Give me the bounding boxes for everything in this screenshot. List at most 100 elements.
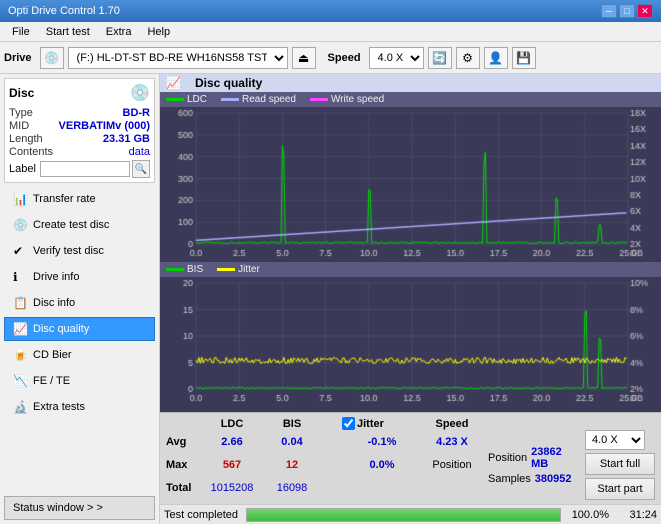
disc-title: Disc bbox=[9, 86, 34, 100]
disc-label-row: Label 🔍 bbox=[9, 160, 150, 178]
extra-tests-icon: 🔬 bbox=[13, 400, 27, 414]
disc-type-label: Type bbox=[9, 107, 33, 119]
menu-file[interactable]: File bbox=[4, 24, 38, 40]
profile-button[interactable]: 👤 bbox=[484, 47, 508, 69]
stats-position-label2: Position bbox=[422, 453, 482, 476]
progress-bar bbox=[246, 508, 561, 522]
sidebar-item-create-test-disc[interactable]: 💿 Create test disc bbox=[4, 213, 155, 237]
disc-mid-label: MID bbox=[9, 120, 29, 132]
stats-speed-header: Speed bbox=[422, 417, 482, 430]
stats-total-label: Total bbox=[166, 477, 202, 500]
drive-icon-button[interactable]: 💿 bbox=[40, 47, 64, 69]
progress-bar-fill bbox=[247, 509, 560, 521]
disc-type-row: Type BD-R bbox=[9, 107, 150, 119]
sidebar-item-label-drive-info: Drive info bbox=[33, 271, 79, 283]
disc-type-value: BD-R bbox=[123, 107, 151, 119]
sidebar-item-verify-test-disc[interactable]: ✔ Verify test disc bbox=[4, 239, 155, 263]
speed-label: Speed bbox=[328, 52, 361, 64]
create-test-disc-icon: 💿 bbox=[13, 218, 27, 232]
maximize-button[interactable]: □ bbox=[619, 4, 635, 18]
chart2-legend: BIS Jitter bbox=[160, 262, 661, 277]
start-part-button[interactable]: Start part bbox=[585, 478, 655, 500]
action-buttons: 4.0 X Start full Start part bbox=[585, 430, 655, 500]
speed-select[interactable]: 4.0 X bbox=[369, 47, 424, 69]
settings-button[interactable]: ⚙ bbox=[456, 47, 480, 69]
stats-avg-bis: 0.04 bbox=[262, 430, 322, 453]
stats-panel: LDC BIS Jitter Speed Avg 2.66 0.04 bbox=[160, 412, 661, 504]
read-speed-color-swatch bbox=[221, 98, 239, 101]
refresh-button[interactable]: 🔄 bbox=[428, 47, 452, 69]
disc-label-input[interactable] bbox=[40, 161, 130, 177]
close-button[interactable]: ✕ bbox=[637, 4, 653, 18]
stats-speed-val: 4.23 X bbox=[422, 430, 482, 453]
disc-quality-header: 📈 Disc quality bbox=[160, 74, 661, 92]
sidebar-item-fe-te[interactable]: 📉 FE / TE bbox=[4, 369, 155, 393]
main-layout: Disc 💿 Type BD-R MID VERBATIMv (000) Len… bbox=[0, 74, 661, 524]
stats-ldc-header: LDC bbox=[202, 417, 262, 430]
cd-bier-icon: 🍺 bbox=[13, 348, 27, 362]
title-bar: Opti Drive Control 1.70 ─ □ ✕ bbox=[0, 0, 661, 22]
drive-select[interactable]: (F:) HL-DT-ST BD-RE WH16NS58 TST4 bbox=[68, 47, 288, 69]
stats-total-ldc: 1015208 bbox=[202, 477, 262, 500]
disc-mid-row: MID VERBATIMv (000) bbox=[9, 120, 150, 132]
disc-label-button[interactable]: 🔍 bbox=[132, 160, 150, 178]
stats-avg-ldc: 2.66 bbox=[202, 430, 262, 453]
disc-quality-header-icon: 📈 bbox=[166, 76, 181, 90]
save-button[interactable]: 💾 bbox=[512, 47, 536, 69]
stats-position-row: Position 23862 MB bbox=[488, 446, 579, 470]
legend-jitter: Jitter bbox=[217, 264, 260, 275]
stats-max-label: Max bbox=[166, 453, 202, 476]
sidebar-item-cd-bier[interactable]: 🍺 CD Bier bbox=[4, 343, 155, 367]
sidebar-item-disc-quality[interactable]: 📈 Disc quality bbox=[4, 317, 155, 341]
status-text: Test completed bbox=[164, 509, 238, 521]
disc-length-label: Length bbox=[9, 133, 43, 145]
stats-bis-header: BIS bbox=[262, 417, 322, 430]
legend-ldc: LDC bbox=[166, 94, 207, 105]
menu-start-test[interactable]: Start test bbox=[38, 24, 98, 40]
sidebar-nav: 📊 Transfer rate 💿 Create test disc ✔ Ver… bbox=[4, 187, 155, 419]
disc-contents-value: data bbox=[129, 146, 150, 158]
sidebar-item-label-disc-info: Disc info bbox=[33, 297, 75, 309]
chart2-canvas bbox=[160, 277, 656, 407]
samples-label: Samples bbox=[488, 473, 531, 485]
disc-panel-header: Disc 💿 bbox=[9, 83, 150, 103]
minimize-button[interactable]: ─ bbox=[601, 4, 617, 18]
jitter-checkbox[interactable] bbox=[342, 417, 355, 430]
ldc-color-swatch bbox=[166, 98, 184, 101]
disc-contents-label: Contents bbox=[9, 146, 53, 158]
sidebar-item-extra-tests[interactable]: 🔬 Extra tests bbox=[4, 395, 155, 419]
stats-samples-row: Samples 380952 bbox=[488, 473, 572, 485]
chart2-container: BIS Jitter bbox=[160, 262, 661, 412]
menu-extra[interactable]: Extra bbox=[98, 24, 140, 40]
disc-panel: Disc 💿 Type BD-R MID VERBATIMv (000) Len… bbox=[4, 78, 155, 183]
sidebar-item-drive-info[interactable]: ℹ Drive info bbox=[4, 265, 155, 289]
position-value: 23862 MB bbox=[531, 446, 579, 470]
progress-percent: 100.0% bbox=[569, 509, 609, 521]
eject-button[interactable]: ⏏ bbox=[292, 47, 316, 69]
speed-dropdown[interactable]: 4.0 X bbox=[585, 430, 645, 450]
sidebar-item-label-extra-tests: Extra tests bbox=[33, 401, 85, 413]
transfer-rate-icon: 📊 bbox=[13, 192, 27, 206]
disc-info-icon: 📋 bbox=[13, 296, 27, 310]
start-full-button[interactable]: Start full bbox=[585, 453, 655, 475]
sidebar-item-disc-info[interactable]: 📋 Disc info bbox=[4, 291, 155, 315]
window-controls: ─ □ ✕ bbox=[601, 4, 653, 18]
chart1-container: LDC Read speed Write speed bbox=[160, 92, 661, 262]
drive-label: Drive bbox=[4, 52, 32, 64]
fe-te-icon: 📉 bbox=[13, 374, 27, 388]
jitter-color-swatch bbox=[217, 268, 235, 271]
sidebar-item-label-create-test-disc: Create test disc bbox=[33, 219, 109, 231]
legend-read-speed: Read speed bbox=[221, 94, 296, 105]
stats-total-bis: 16098 bbox=[262, 477, 322, 500]
chart1-canvas bbox=[160, 107, 656, 262]
status-window-button[interactable]: Status window > > bbox=[4, 496, 155, 520]
stats-table: LDC BIS Jitter Speed Avg 2.66 0.04 bbox=[166, 417, 655, 500]
sidebar-item-label-transfer-rate: Transfer rate bbox=[33, 193, 96, 205]
samples-value: 380952 bbox=[535, 473, 572, 485]
menu-help[interactable]: Help bbox=[139, 24, 178, 40]
toolbar: Drive 💿 (F:) HL-DT-ST BD-RE WH16NS58 TST… bbox=[0, 42, 661, 74]
verify-test-disc-icon: ✔ bbox=[13, 244, 27, 258]
sidebar-item-transfer-rate[interactable]: 📊 Transfer rate bbox=[4, 187, 155, 211]
jitter-checkbox-label[interactable]: Jitter bbox=[342, 417, 422, 430]
bis-color-swatch bbox=[166, 268, 184, 271]
